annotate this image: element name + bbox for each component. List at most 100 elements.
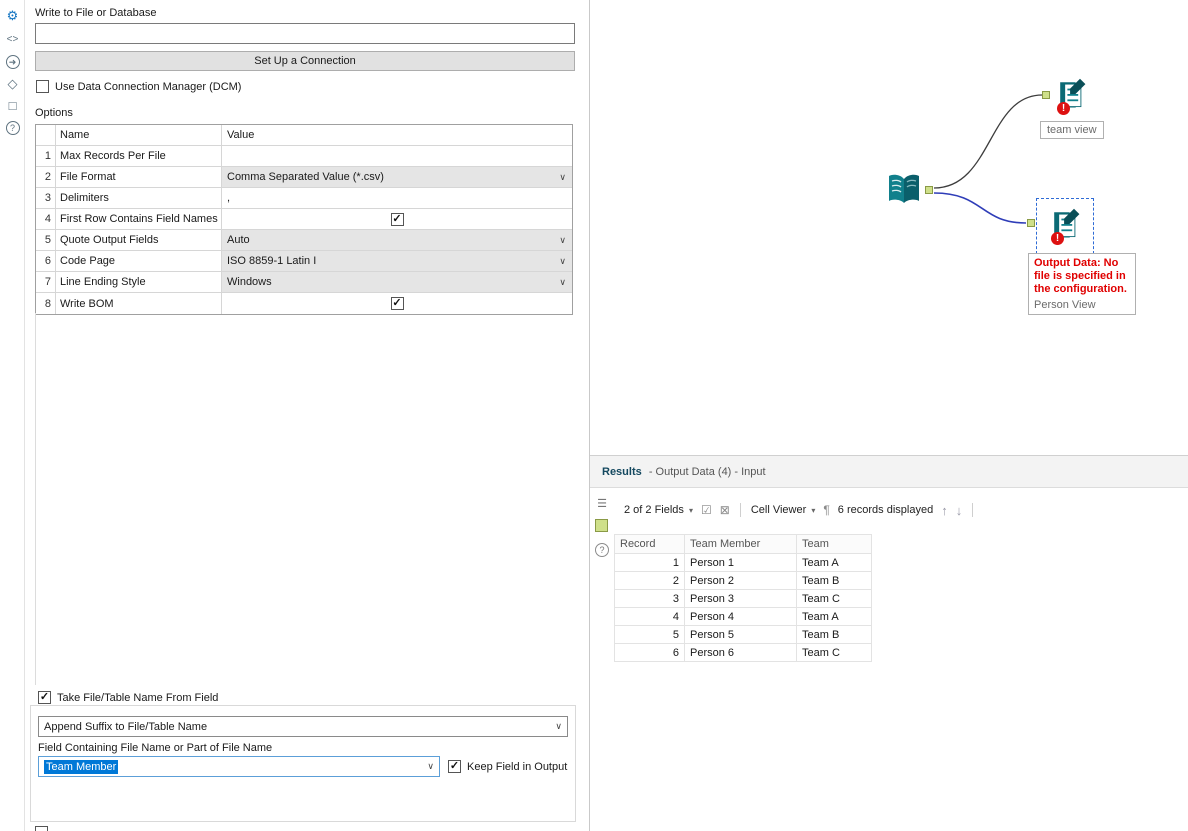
- results-title: Results: [602, 466, 642, 478]
- file-path-input[interactable]: [35, 23, 575, 44]
- options-grid-extension: [35, 313, 36, 685]
- cell-viewer-label: Cell Viewer: [750, 504, 807, 516]
- suffix-mode-value: Append Suffix to File/Table Name: [44, 720, 208, 733]
- field-name-dropdown[interactable]: Team Member ∨: [38, 756, 440, 777]
- results-cell[interactable]: Person 1: [685, 554, 797, 572]
- arrow-down-icon[interactable]: ↓: [956, 503, 963, 518]
- results-cell[interactable]: Team C: [797, 644, 872, 662]
- option-name: Max Records Per File: [56, 146, 222, 167]
- connection-wires: [933, 94, 1043, 224]
- results-cell[interactable]: Team C: [797, 590, 872, 608]
- output-tool-team-view[interactable]: !: [1042, 76, 1089, 115]
- code-icon[interactable]: <>: [0, 30, 25, 50]
- results-cell[interactable]: 6: [614, 644, 685, 662]
- alteryx-designer-window: ⚙ <> ➜ ◇ □ ? Write to File or Database S…: [0, 0, 1188, 831]
- results-cell[interactable]: Team B: [797, 572, 872, 590]
- results-cell[interactable]: Person 6: [685, 644, 797, 662]
- results-row: 3 Person 3 Team C: [614, 590, 872, 608]
- anchor-indicator-icon[interactable]: [595, 519, 608, 532]
- option-name: File Format: [56, 167, 222, 188]
- results-cell[interactable]: 4: [614, 608, 685, 626]
- package-icon[interactable]: □: [0, 96, 25, 116]
- setup-connection-button[interactable]: Set Up a Connection: [35, 51, 575, 71]
- results-cell[interactable]: Person 2: [685, 572, 797, 590]
- option-value-text[interactable]: [222, 146, 572, 167]
- output-tool-person-view[interactable]: !: [1027, 206, 1083, 245]
- error-badge-icon: !: [1051, 232, 1064, 245]
- dropdown-value: Auto: [227, 234, 250, 246]
- results-cell[interactable]: 5: [614, 626, 685, 644]
- results-body: ☰ ? 2 of 2 Fields ▾ ☑ ⊠ Cell Viewer ▾ ¶ …: [590, 488, 1188, 831]
- results-row: 5 Person 5 Team B: [614, 626, 872, 644]
- option-value-cell: ✓: [222, 209, 572, 230]
- option-checkbox[interactable]: ✓: [390, 297, 404, 310]
- fields-dropdown-label: 2 of 2 Fields: [624, 504, 684, 516]
- results-header-cell[interactable]: Team: [797, 534, 872, 554]
- options-grid-body: 1 Max Records Per File 2 File Format Comma S…: [36, 146, 572, 314]
- options-grid: Name Value 1 Max Records Per File 2 File Fo…: [35, 124, 573, 315]
- results-table-header: Record Team Member Team: [614, 534, 872, 554]
- person-view-input-anchor[interactable]: [1027, 219, 1035, 227]
- cell-viewer-dropdown[interactable]: Cell Viewer ▾: [751, 504, 816, 516]
- option-value-dropdown[interactable]: Windows ∨: [222, 272, 572, 293]
- results-cell[interactable]: Person 4: [685, 608, 797, 626]
- team-view-label-box[interactable]: team view: [1040, 121, 1104, 139]
- workflow-canvas[interactable]: ! team view ! Output Data: No file is sp…: [590, 0, 1188, 455]
- pilcrow-icon[interactable]: ¶: [823, 503, 829, 517]
- input-data-icon: [889, 174, 919, 203]
- take-name-checkbox[interactable]: ✓: [38, 691, 51, 704]
- chevron-down-icon: ∨: [559, 255, 566, 266]
- results-row: 6 Person 6 Team C: [614, 644, 872, 662]
- chevron-down-icon: ∨: [559, 171, 566, 182]
- help-icon[interactable]: ?: [595, 543, 609, 557]
- input-data-tool[interactable]: [884, 170, 933, 210]
- options-row: 2 File Format Comma Separated Value (*.csv…: [36, 167, 572, 188]
- option-value-dropdown[interactable]: Comma Separated Value (*.csv) ∨: [222, 167, 572, 188]
- keep-field-label: Keep Field in Output: [467, 760, 568, 773]
- options-row: 3 Delimiters,: [36, 188, 572, 209]
- question-mark-icon: ?: [5, 121, 20, 135]
- results-cell[interactable]: 1: [614, 554, 685, 572]
- results-cell[interactable]: Team B: [797, 626, 872, 644]
- keep-field-checkbox[interactable]: ✓: [448, 760, 461, 773]
- results-cell[interactable]: 2: [614, 572, 685, 590]
- select-all-icon[interactable]: ☑: [701, 503, 712, 517]
- dcm-checkbox-row: Use Data Connection Manager (DCM): [36, 80, 241, 93]
- results-cell[interactable]: Team A: [797, 554, 872, 572]
- suffix-mode-dropdown[interactable]: Append Suffix to File/Table Name ∨: [38, 716, 568, 737]
- dcm-checkbox[interactable]: [36, 80, 49, 93]
- error-annotation-box[interactable]: Output Data: No file is specified in the…: [1028, 253, 1136, 315]
- option-name: Delimiters: [56, 188, 222, 209]
- field-name-value: Team Member: [44, 759, 119, 774]
- results-cell[interactable]: Team A: [797, 608, 872, 626]
- option-value-dropdown[interactable]: ISO 8859-1 Latin I ∨: [222, 251, 572, 272]
- option-checkbox[interactable]: ✓: [390, 212, 404, 226]
- option-value-text[interactable]: ,: [222, 188, 572, 209]
- options-label: Options: [35, 107, 73, 119]
- fields-dropdown[interactable]: 2 of 2 Fields ▾: [624, 504, 693, 516]
- option-name: Code Page: [56, 251, 222, 272]
- tag-icon[interactable]: ◇: [0, 74, 25, 94]
- team-view-input-anchor[interactable]: [1042, 91, 1050, 99]
- deselect-all-icon[interactable]: ⊠: [720, 503, 730, 517]
- connection-input-to-team-view[interactable]: [933, 94, 1043, 189]
- results-header-cell[interactable]: Team Member: [685, 534, 797, 554]
- results-header-cell[interactable]: Record: [614, 534, 685, 554]
- arrow-up-icon[interactable]: ↑: [941, 503, 948, 518]
- gear-icon[interactable]: ⚙: [0, 6, 25, 26]
- option-value-dropdown[interactable]: Auto ∨: [222, 230, 572, 251]
- results-cell[interactable]: Person 3: [685, 590, 797, 608]
- partial-checkbox[interactable]: [35, 826, 48, 831]
- results-cell[interactable]: Person 5: [685, 626, 797, 644]
- help-icon[interactable]: ?: [0, 118, 25, 138]
- results-cell[interactable]: 3: [614, 590, 685, 608]
- results-table: Record Team Member Team 1 Person 1 Team A 2 Pe…: [614, 534, 872, 662]
- share-icon[interactable]: ➜: [0, 52, 25, 72]
- connection-input-to-person-view[interactable]: [933, 192, 1027, 224]
- option-value-cell: ✓: [222, 293, 572, 314]
- list-icon[interactable]: ☰: [590, 497, 614, 510]
- results-panel: Results - Output Data (4) - Input ☰ ? 2 …: [590, 455, 1188, 831]
- options-header-value: Value: [222, 125, 572, 146]
- input-output-anchor[interactable]: [925, 186, 933, 194]
- dcm-label: Use Data Connection Manager (DCM): [55, 80, 242, 93]
